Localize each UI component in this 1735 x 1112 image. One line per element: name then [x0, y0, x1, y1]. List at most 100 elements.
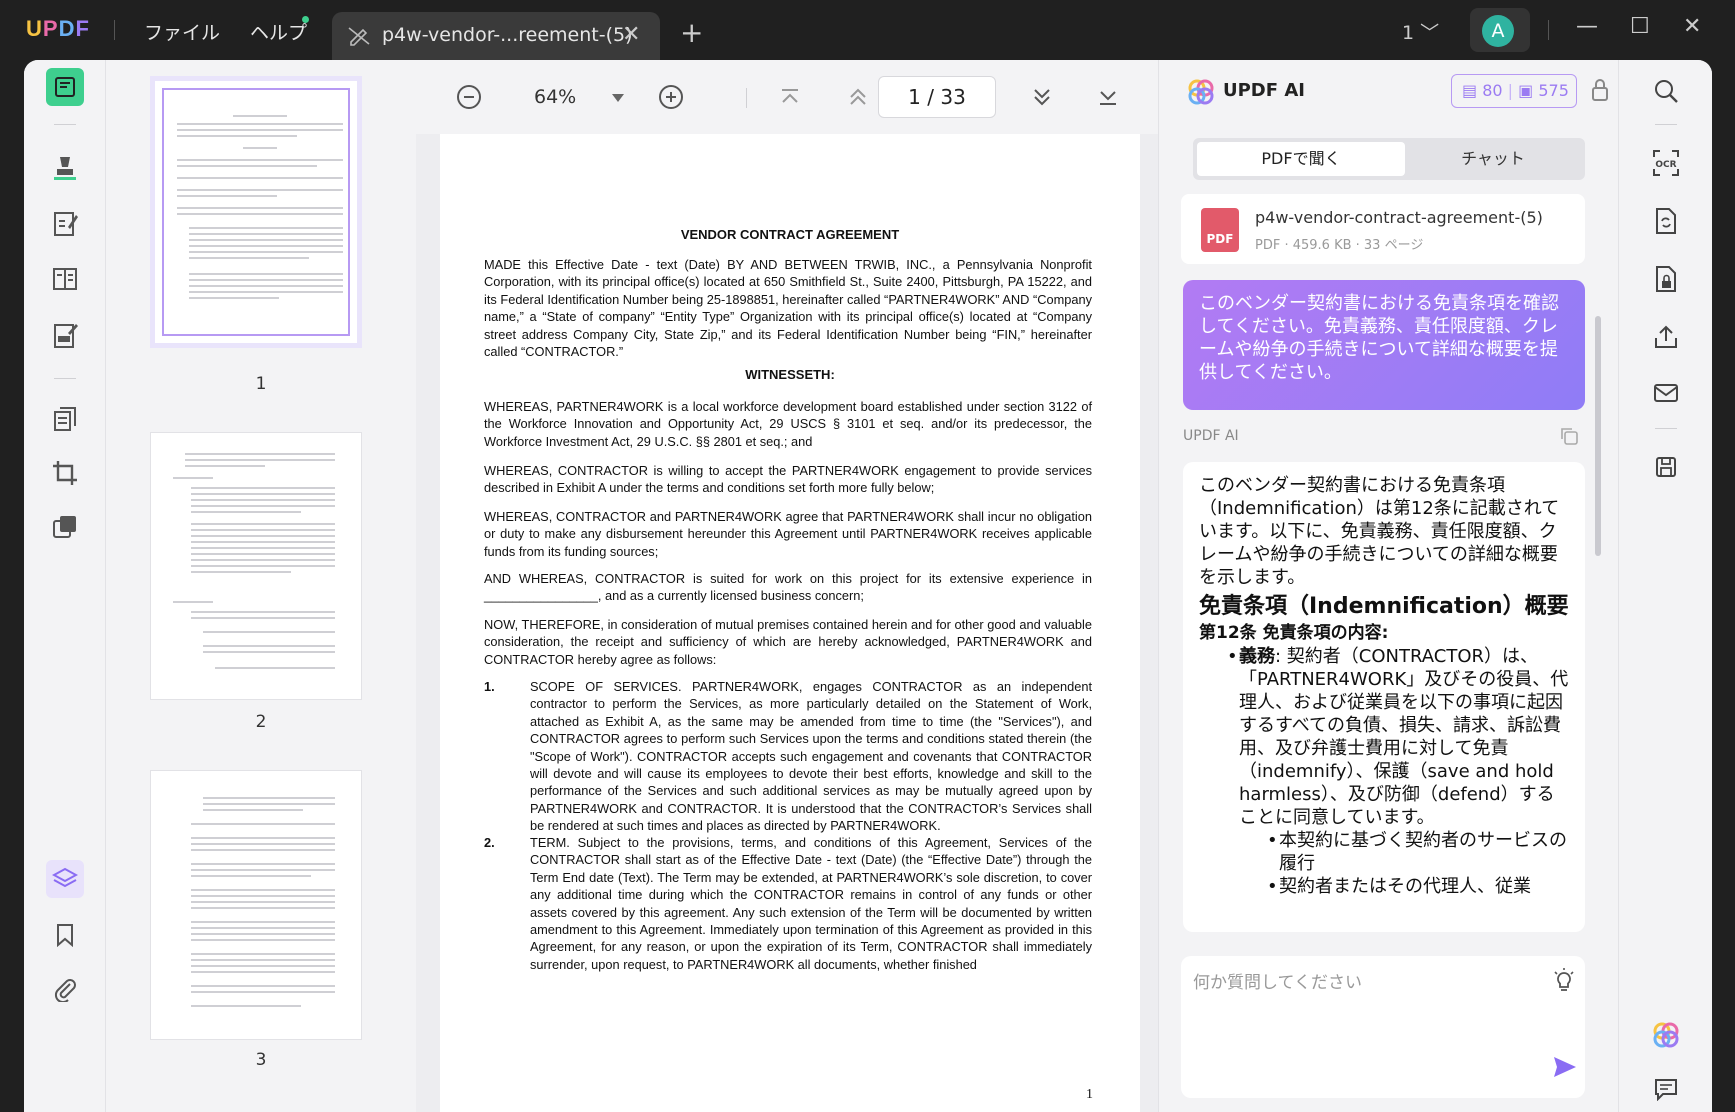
page-footer-number: 1	[1086, 1087, 1093, 1102]
ocr-button[interactable]: OCR	[1649, 146, 1683, 180]
close-button[interactable]: ✕	[1683, 14, 1701, 39]
pdf-page: VENDOR CONTRACT AGREEMENT MADE this Effe…	[440, 134, 1140, 1112]
divider	[1548, 20, 1549, 40]
new-tab-button[interactable]: +	[680, 16, 703, 49]
send-icon[interactable]	[1553, 1056, 1577, 1078]
question-input[interactable]	[1193, 968, 1553, 1028]
compress-button[interactable]	[46, 508, 84, 546]
organize-pages-button[interactable]	[46, 260, 84, 298]
window-count-selector[interactable]: 1 ﹀	[1402, 18, 1439, 45]
share-button[interactable]	[1649, 320, 1683, 354]
file-name: p4w-vendor-contract-agreement-(5)	[1255, 208, 1543, 227]
thumb-line	[177, 159, 343, 161]
zoom-out-icon[interactable]	[456, 84, 482, 110]
zoom-level[interactable]: 64%	[534, 86, 576, 108]
last-page-icon[interactable]	[1098, 88, 1118, 106]
thumb-line	[233, 115, 287, 117]
thumb-line	[191, 869, 335, 871]
comments-button[interactable]	[1649, 1072, 1683, 1106]
app-window: 1 2 3 64% 1 / 33 VENDOR CONTRACT AGREEME…	[24, 60, 1712, 1112]
tab-close-icon[interactable]: ✕	[622, 22, 640, 47]
protect-button[interactable]	[1649, 262, 1683, 296]
edit-pdf-button[interactable]	[46, 204, 84, 242]
comment-tool-button[interactable]	[46, 148, 84, 186]
comment-icon	[1655, 1079, 1677, 1101]
thumb-line	[191, 939, 335, 941]
search-button[interactable]	[1649, 74, 1683, 108]
page-number-label: 2	[255, 712, 267, 732]
menu-help[interactable]: ヘルプ	[250, 18, 307, 45]
bookmarks-button[interactable]	[46, 916, 84, 954]
whereas-paragraph-4: AND WHEREAS, CONTRACTOR is suited for wo…	[484, 571, 1092, 604]
attachments-button[interactable]	[46, 970, 84, 1008]
updf-ai-icon	[1653, 1022, 1679, 1048]
thumb-line	[189, 273, 343, 275]
thumb-line	[191, 991, 335, 993]
tab-ask-pdf[interactable]: PDFで聞く	[1197, 142, 1405, 176]
list-item: 契約者またはその代理人、従業	[1267, 875, 1571, 898]
thumb-line	[191, 487, 335, 489]
lock-icon[interactable]	[1591, 78, 1609, 102]
bookmark-icon	[57, 924, 73, 947]
minimize-button[interactable]: —	[1576, 14, 1598, 39]
attached-file-card[interactable]: PDF p4w-vendor-contract-agreement-(5) PD…	[1181, 194, 1585, 264]
thumb-line	[203, 797, 335, 799]
answer-subheading-text: 第12条 免責条項の内容:	[1199, 623, 1389, 643]
list-item: 本契約に基づく契約者のサービスの履行	[1267, 829, 1571, 875]
convert-button[interactable]	[46, 400, 84, 438]
list-item: 義務: 契約者（CONTRACTOR）は、「PARTNER4WORK」及びその役…	[1227, 645, 1571, 898]
thumb-line	[243, 147, 277, 149]
ai-assistant-panel: UPDF AI ▤ 80 | ▣ 575 PDFで聞く チャット PDF p4w…	[1158, 60, 1618, 1112]
credits-badge[interactable]: ▤ 80 | ▣ 575	[1451, 74, 1577, 108]
protect-document-icon	[1656, 266, 1676, 292]
thumb-line	[191, 511, 301, 513]
document-tab[interactable]: p4w-vendor-...reement-(5) ✕	[332, 12, 660, 60]
first-page-icon[interactable]	[780, 88, 800, 106]
copy-icon[interactable]	[1559, 426, 1579, 446]
menu-file[interactable]: ファイル	[144, 18, 220, 45]
page-number-input[interactable]: 1 / 33	[878, 76, 996, 118]
page-thumbnail-2[interactable]	[150, 432, 362, 700]
fill-sign-button[interactable]	[46, 316, 84, 354]
intro-paragraph: MADE this Effective Date - text (Date) B…	[484, 257, 1092, 360]
thumb-line	[189, 279, 343, 281]
thumb-line	[191, 837, 335, 839]
zoom-in-icon[interactable]	[658, 84, 684, 110]
updf-ai-button[interactable]	[1649, 1018, 1683, 1052]
page-number-label: 3	[255, 1050, 267, 1070]
previous-page-icon[interactable]	[848, 88, 868, 106]
page-thumbnail-3[interactable]	[150, 770, 362, 1040]
whereas-paragraph-2: WHEREAS, CONTRACTOR is willing to accept…	[484, 463, 1092, 496]
crop-button[interactable]	[46, 454, 84, 492]
convert-icon	[1656, 208, 1676, 234]
page-thumbnail-1[interactable]	[150, 76, 362, 348]
answer-scrollbar[interactable]	[1595, 316, 1601, 556]
thumb-line	[189, 297, 279, 299]
layers-button[interactable]	[46, 860, 84, 898]
next-page-icon[interactable]	[1032, 88, 1052, 106]
thumb-line	[191, 933, 335, 935]
search-icon	[1655, 80, 1678, 103]
thumb-line	[191, 1005, 301, 1007]
tab-chat[interactable]: チャット	[1405, 142, 1581, 176]
email-button[interactable]	[1649, 376, 1683, 410]
divider	[1655, 428, 1677, 429]
thumb-line	[191, 571, 291, 573]
thumb-line	[191, 889, 335, 891]
reader-mode-button[interactable]	[46, 68, 84, 106]
duty-label: 義務	[1239, 646, 1275, 667]
zoom-dropdown-icon[interactable]	[612, 94, 624, 102]
thumb-line	[189, 285, 343, 287]
save-button[interactable]	[1649, 450, 1683, 484]
maximize-button[interactable]: ☐	[1630, 14, 1650, 39]
thumb-line	[189, 227, 343, 229]
right-toolbar: OCR	[1618, 60, 1712, 1112]
title-bar: UPDF ファイル ヘルプ p4w-vendor-...reement-(5) …	[0, 0, 1735, 60]
answer-author-label: UPDF AI	[1183, 428, 1239, 444]
divider	[746, 88, 747, 108]
convert-pdf-button[interactable]	[1649, 204, 1683, 238]
updf-logo: UPDF	[26, 16, 90, 41]
thumb-line	[191, 535, 335, 537]
lightbulb-icon[interactable]	[1553, 968, 1575, 994]
account-button[interactable]: A	[1470, 8, 1530, 52]
